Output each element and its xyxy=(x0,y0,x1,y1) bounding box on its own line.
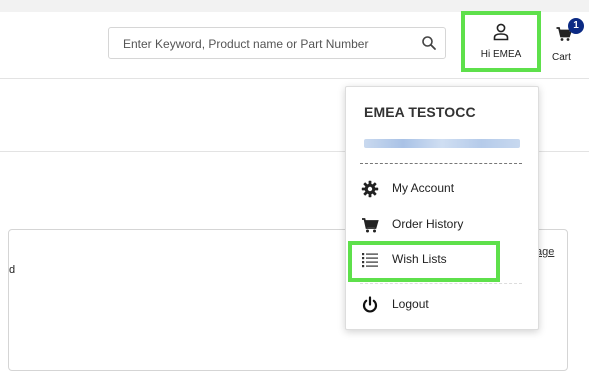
card-text-fragment: d xyxy=(9,264,16,276)
search-icon[interactable] xyxy=(421,35,437,51)
menu-item-label: Order History xyxy=(392,217,464,231)
menu-item-my-account[interactable]: My Account xyxy=(346,174,538,204)
menu-divider xyxy=(360,163,522,164)
menu-item-label: My Account xyxy=(392,181,455,195)
user-icon xyxy=(493,23,509,41)
account-button[interactable]: Hi EMEA xyxy=(461,11,541,72)
gear-icon xyxy=(361,180,379,198)
cart-count-badge: 1 xyxy=(568,18,584,34)
account-label: Hi EMEA xyxy=(480,49,522,60)
menu-item-logout[interactable]: Logout xyxy=(346,290,538,320)
menu-divider xyxy=(360,283,522,284)
menu-item-order-history[interactable]: Order History xyxy=(346,210,538,240)
cart-label: Cart xyxy=(552,52,571,63)
account-dropdown-menu: EMEA TESTOCC My Account Order History Wi… xyxy=(345,86,539,330)
cart-button[interactable]: 1 Cart xyxy=(552,18,584,68)
wish-lists-highlight xyxy=(348,241,500,282)
account-email-redacted xyxy=(364,139,520,148)
search-placeholder: Enter Keyword, Product name or Part Numb… xyxy=(123,37,369,51)
power-icon xyxy=(362,296,378,313)
menu-item-label: Logout xyxy=(392,297,429,311)
search-input[interactable]: Enter Keyword, Product name or Part Numb… xyxy=(108,27,446,59)
account-name: EMEA TESTOCC xyxy=(364,104,476,120)
cart-icon xyxy=(362,218,379,233)
